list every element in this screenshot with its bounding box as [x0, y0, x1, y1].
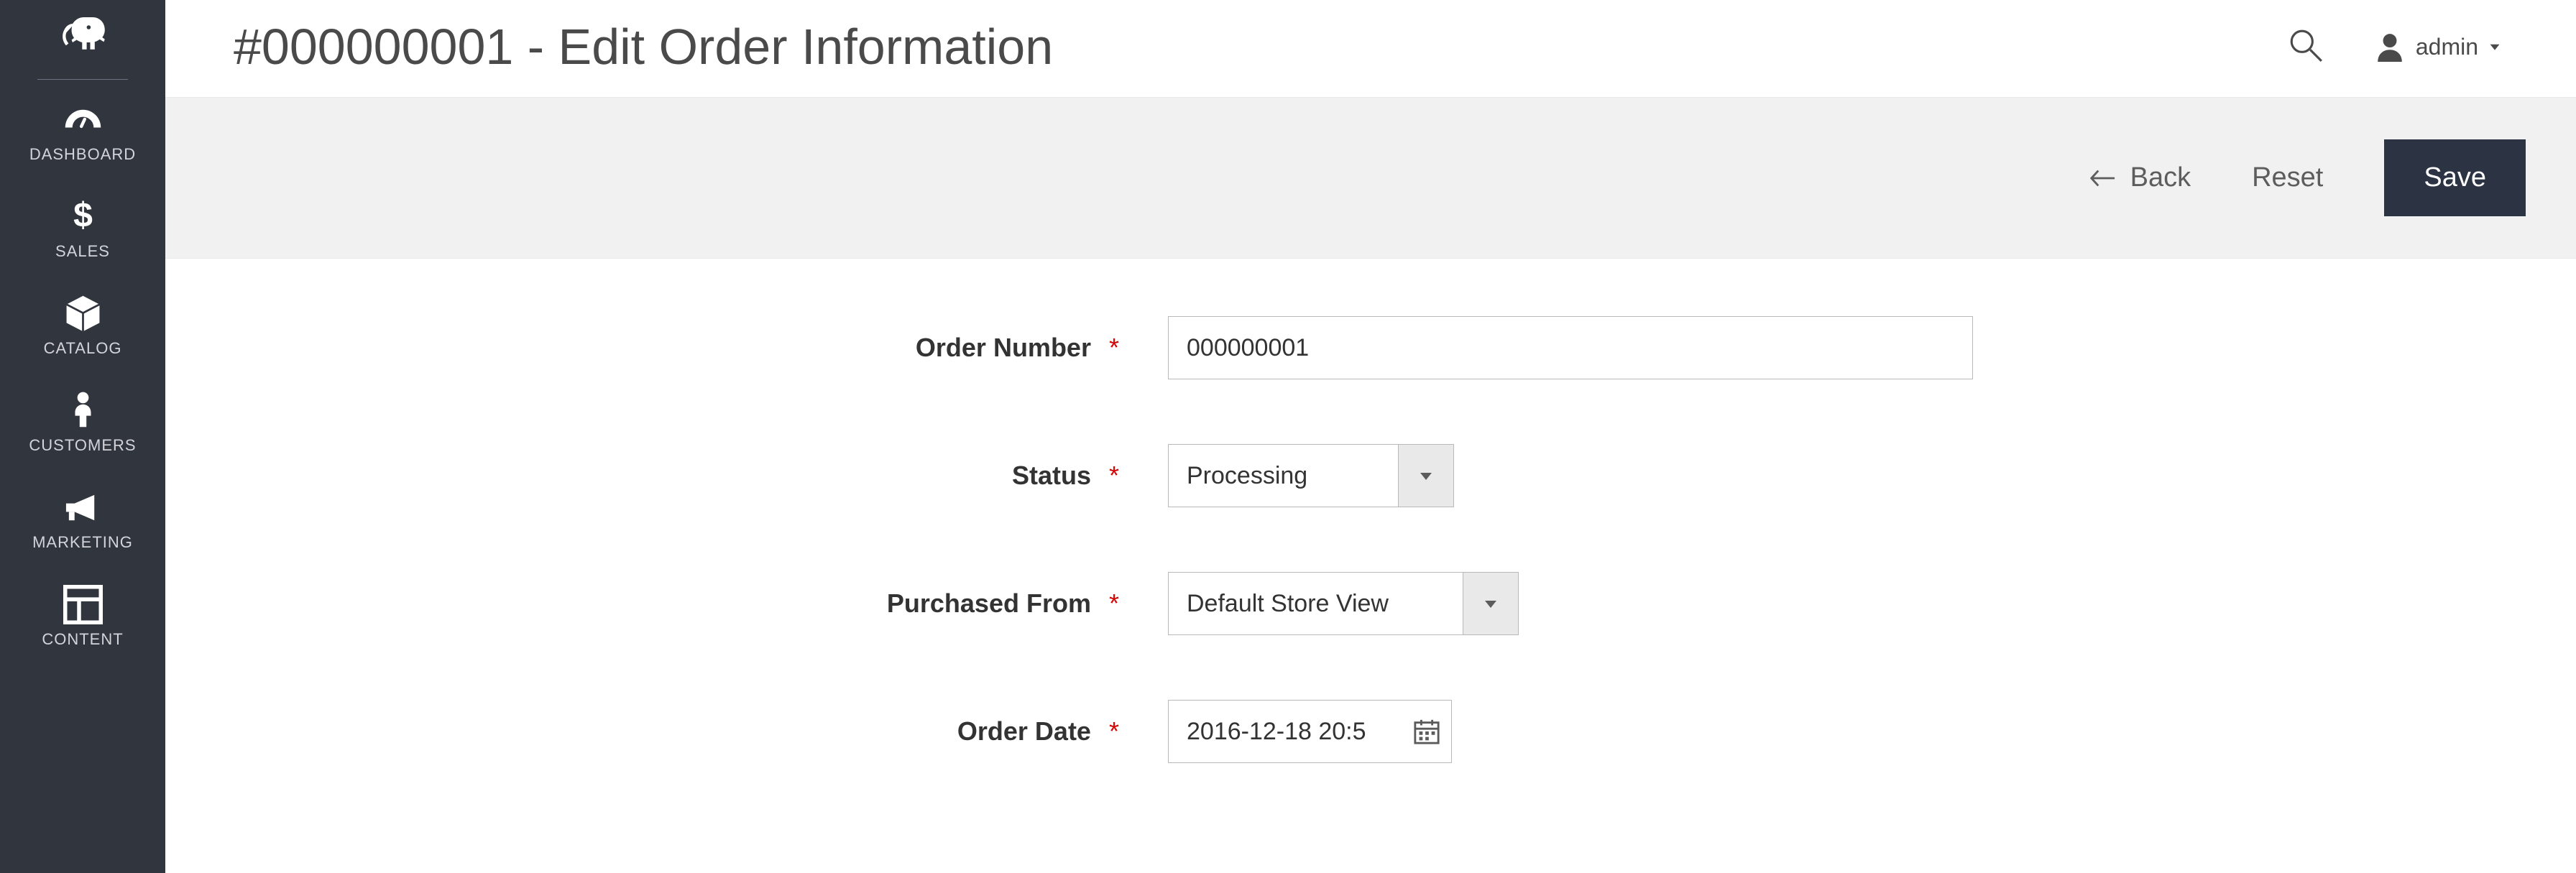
label-order-number: Order Number * [165, 333, 1139, 363]
sidebar-item-catalog[interactable]: CATALOG [0, 274, 165, 371]
order-number-input[interactable] [1168, 316, 1973, 379]
user-name: admin [2416, 34, 2478, 60]
user-icon [2375, 32, 2405, 62]
required-marker: * [1109, 461, 1119, 490]
svg-text:$: $ [73, 197, 93, 234]
arrow-left-icon [2089, 165, 2116, 192]
reset-button[interactable]: Reset [2252, 162, 2323, 193]
page-header: #000000001 - Edit Order Information admi… [165, 0, 2576, 97]
dashboard-icon [0, 100, 165, 139]
sidebar-item-dashboard[interactable]: DASHBOARD [0, 80, 165, 177]
box-icon [0, 294, 165, 333]
label-status: Status * [165, 461, 1139, 491]
calendar-icon[interactable] [1412, 717, 1441, 746]
status-select[interactable]: Processing [1168, 444, 1454, 507]
sidebar: DASHBOARD $ SALES CATALOG CUSTOMERS MARK… [0, 0, 165, 873]
order-date-input[interactable] [1168, 700, 1452, 763]
back-label: Back [2130, 162, 2191, 193]
required-marker: * [1109, 333, 1119, 362]
row-order-date: Order Date * [165, 700, 2576, 763]
row-purchased-from: Purchased From * Default Store View [165, 572, 2576, 635]
megaphone-icon [0, 488, 165, 527]
person-icon [0, 391, 165, 430]
mammoth-logo-icon [58, 11, 108, 54]
search-icon[interactable] [2287, 27, 2324, 68]
label-purchased-from: Purchased From * [165, 588, 1139, 619]
sidebar-item-marketing[interactable]: MARKETING [0, 468, 165, 565]
logo[interactable] [0, 11, 165, 79]
chevron-down-icon[interactable] [1398, 444, 1454, 507]
row-order-number: Order Number * [165, 316, 2576, 379]
sidebar-item-label: DASHBOARD [0, 145, 165, 164]
sidebar-item-sales[interactable]: $ SALES [0, 177, 165, 274]
sidebar-item-label: CONTENT [0, 630, 165, 649]
sidebar-item-label: SALES [0, 242, 165, 261]
order-form: Order Number * Status * Processing [165, 259, 2576, 763]
caret-down-icon [2489, 41, 2501, 52]
action-toolbar: Back Reset Save [165, 97, 2576, 259]
back-button[interactable]: Back [2089, 162, 2191, 193]
required-marker: * [1109, 716, 1119, 746]
layout-icon [0, 585, 165, 624]
sidebar-item-label: CATALOG [0, 339, 165, 358]
chevron-down-icon[interactable] [1463, 572, 1519, 635]
sidebar-item-customers[interactable]: CUSTOMERS [0, 371, 165, 468]
status-select-value: Processing [1168, 444, 1398, 507]
sidebar-item-content[interactable]: CONTENT [0, 565, 165, 662]
row-status: Status * Processing [165, 444, 2576, 507]
main-panel: #000000001 - Edit Order Information admi… [165, 0, 2576, 873]
save-button[interactable]: Save [2384, 139, 2526, 216]
required-marker: * [1109, 588, 1119, 618]
dollar-icon: $ [0, 197, 165, 236]
user-menu[interactable]: admin [2375, 32, 2501, 62]
reset-label: Reset [2252, 162, 2323, 193]
sidebar-item-label: MARKETING [0, 533, 165, 552]
header-tools: admin [2287, 27, 2508, 68]
sidebar-item-label: CUSTOMERS [0, 436, 165, 455]
page-title: #000000001 - Edit Order Information [234, 18, 1053, 75]
label-order-date: Order Date * [165, 716, 1139, 747]
purchased-from-value: Default Store View [1168, 572, 1463, 635]
purchased-from-select[interactable]: Default Store View [1168, 572, 1519, 635]
